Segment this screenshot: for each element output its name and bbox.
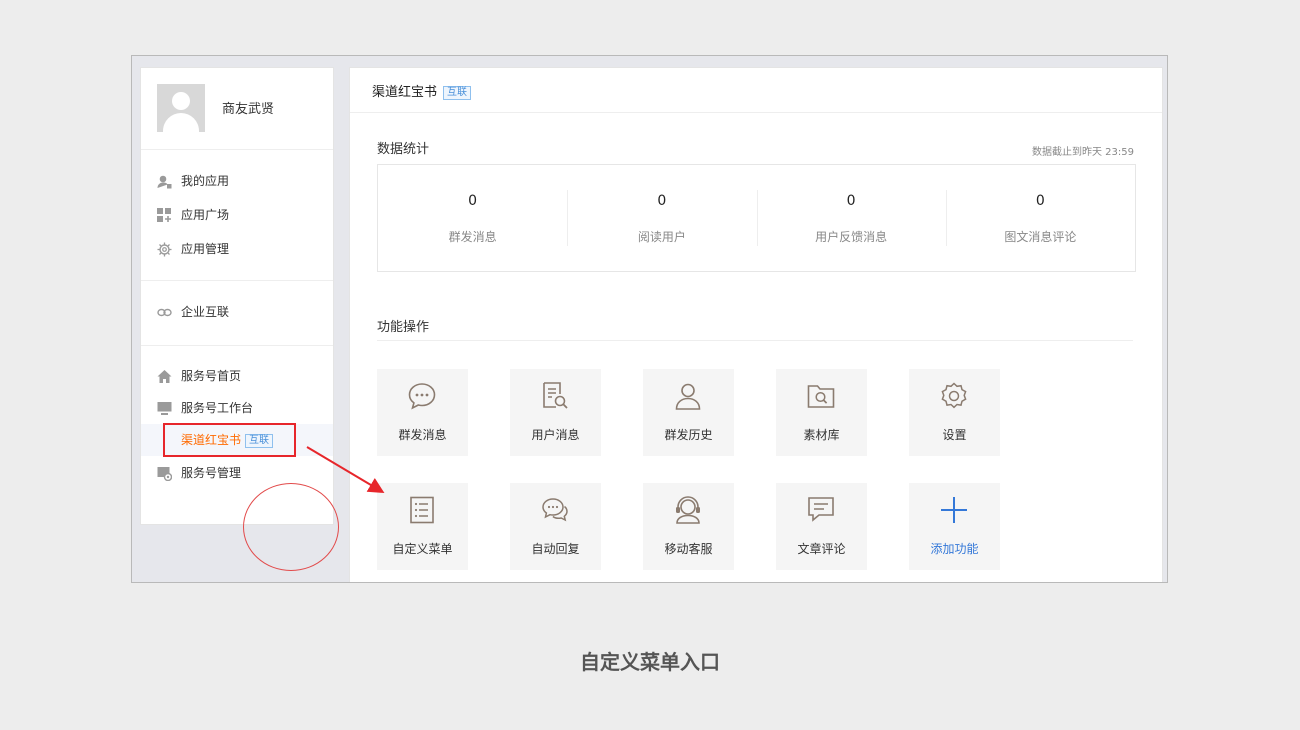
tile-settings[interactable]: 设置	[909, 369, 1000, 456]
sidebar-item-service-workbench[interactable]: 服务号工作台	[141, 392, 333, 424]
page-title: 渠道红宝书 互联	[372, 81, 472, 100]
tile-label: 群发历史	[664, 428, 713, 442]
avatar[interactable]	[157, 84, 205, 132]
tile-auto-reply[interactable]: 自动回复	[510, 483, 601, 570]
sidebar-item-label: 应用广场	[181, 208, 230, 222]
stat-feedback[interactable]: 0 用户反馈消息	[756, 165, 946, 271]
app-grid-icon	[157, 208, 171, 222]
sidebar-item-label: 服务号工作台	[181, 401, 254, 415]
user-apps-icon	[157, 175, 172, 189]
tile-mass-message[interactable]: 群发消息	[377, 369, 468, 456]
home-icon	[157, 370, 172, 383]
plus-icon	[941, 497, 967, 523]
highlight-box	[163, 423, 296, 457]
stat-label: 图文消息评论	[1004, 230, 1077, 244]
title-tag: 互联	[443, 86, 472, 100]
updated-time: 数据截止到昨天 23:59	[1032, 147, 1134, 158]
list-icon	[410, 496, 434, 524]
tile-label: 添加功能	[930, 542, 979, 556]
tile-mass-history[interactable]: 群发历史	[643, 369, 734, 456]
main-header: 渠道红宝书 互联	[350, 68, 1162, 113]
comment-icon	[808, 497, 834, 522]
sidebar: 商友武贤 我的应用 应用广场 应用管理 企业互联 服务号首页 服务号工作台 渠道…	[140, 67, 334, 525]
sidebar-item-my-apps[interactable]: 我的应用	[141, 164, 333, 198]
tile-label: 文章评论	[797, 542, 846, 556]
user-name: 商友武贤	[222, 102, 275, 117]
divider	[377, 340, 1133, 341]
highlight-ring	[243, 483, 339, 571]
sidebar-item-label: 企业互联	[181, 305, 230, 319]
stat-comments[interactable]: 0 图文消息评论	[945, 165, 1135, 271]
headset-icon	[676, 496, 700, 524]
tile-label: 移动客服	[664, 542, 713, 556]
sidebar-item-enterprise-interconnect[interactable]: 企业互联	[141, 295, 333, 329]
tile-material-library[interactable]: 素材库	[776, 369, 867, 456]
tile-label: 自动回复	[531, 542, 580, 556]
chat-bubbles-icon	[542, 498, 568, 522]
sidebar-item-service-home[interactable]: 服务号首页	[141, 360, 333, 392]
stat-value: 0	[846, 193, 856, 209]
page-title-text: 渠道红宝书	[372, 85, 438, 100]
ops-title: 功能操作	[377, 320, 430, 335]
tile-label: 设置	[942, 428, 967, 442]
stat-label: 阅读用户	[637, 230, 686, 244]
menu-group-apps: 我的应用 应用广场 应用管理	[141, 150, 333, 281]
stats-panel: 0 群发消息 0 阅读用户 0 用户反馈消息 0 图文消息评论	[377, 164, 1136, 272]
link-icon	[157, 308, 172, 317]
menu-group-interconnect: 企业互联	[141, 281, 333, 346]
gear-icon	[941, 382, 967, 409]
sidebar-item-label: 服务号首页	[181, 369, 242, 383]
tile-mobile-service[interactable]: 移动客服	[643, 483, 734, 570]
chat-bubble-icon	[408, 383, 436, 410]
stat-readers[interactable]: 0 阅读用户	[567, 165, 756, 271]
stat-value: 0	[657, 193, 667, 209]
main-panel: 渠道红宝书 互联 数据统计 数据截止到昨天 23:59 0 群发消息 0 阅读用户 0…	[349, 67, 1163, 582]
tile-label: 群发消息	[398, 428, 447, 442]
tile-label: 用户消息	[531, 428, 580, 442]
tile-label: 自定义菜单	[392, 542, 453, 556]
sidebar-item-label: 应用管理	[181, 242, 230, 256]
stats-title: 数据统计	[377, 142, 430, 157]
tile-add-feature[interactable]: 添加功能	[909, 483, 1000, 570]
stat-label: 群发消息	[448, 230, 497, 244]
tile-custom-menu[interactable]: 自定义菜单	[377, 483, 468, 570]
stat-label: 用户反馈消息	[815, 230, 888, 244]
caption: 自定义菜单入口	[580, 650, 720, 674]
stat-mass-messages[interactable]: 0 群发消息	[378, 165, 567, 271]
stat-value: 0	[1035, 193, 1045, 209]
tile-user-message[interactable]: 用户消息	[510, 369, 601, 456]
folder-search-icon	[807, 385, 835, 408]
settings-window-icon	[157, 467, 172, 481]
user-profile: 商友武贤	[141, 68, 333, 150]
stat-value: 0	[468, 193, 478, 209]
sidebar-item-app-management[interactable]: 应用管理	[141, 232, 333, 266]
person-icon	[675, 383, 701, 410]
gear-icon	[157, 242, 172, 257]
tile-label: 素材库	[803, 428, 840, 442]
sidebar-item-label: 我的应用	[181, 174, 230, 188]
sidebar-item-app-plaza[interactable]: 应用广场	[141, 198, 333, 232]
document-search-icon	[543, 382, 568, 409]
sidebar-item-label: 服务号管理	[181, 466, 242, 480]
monitor-icon	[157, 402, 172, 415]
tile-article-comments[interactable]: 文章评论	[776, 483, 867, 570]
